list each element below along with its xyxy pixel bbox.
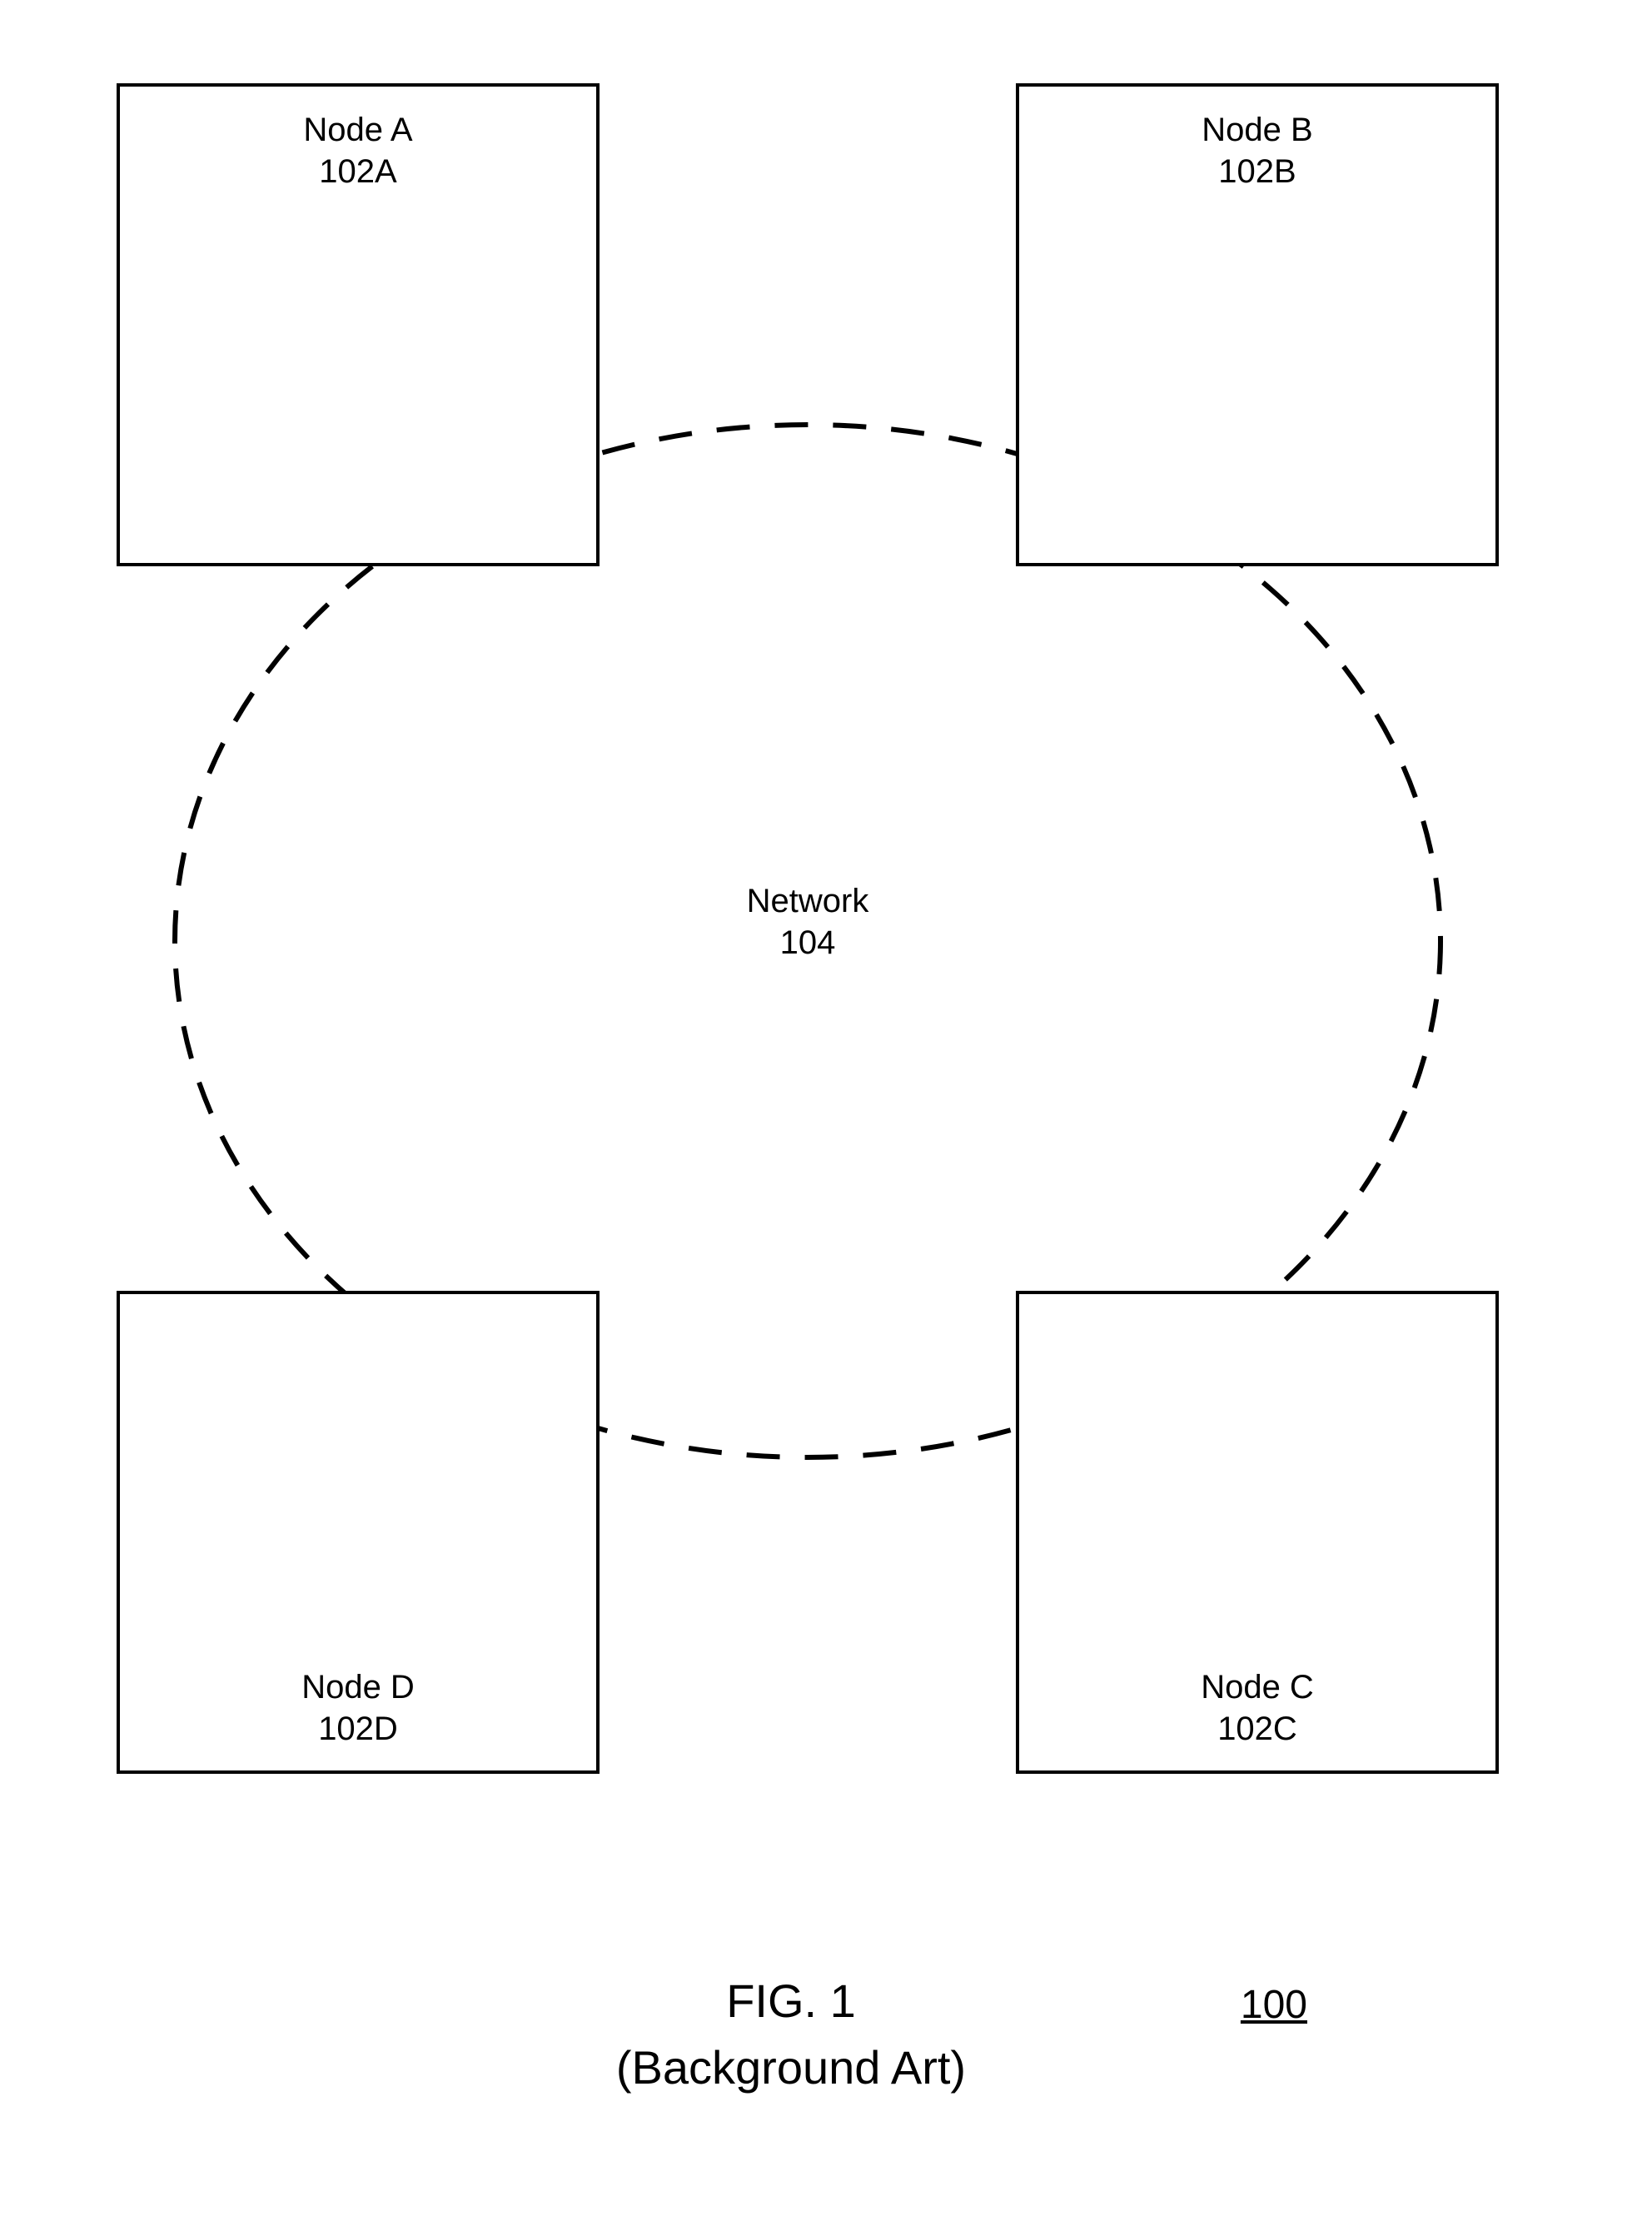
network-ref: 104 xyxy=(724,924,891,962)
node-a-title: Node A xyxy=(120,112,596,149)
network-title: Network xyxy=(724,883,891,920)
node-c: Node C 102C xyxy=(1016,1291,1499,1774)
node-b-title: Node B xyxy=(1019,112,1495,149)
node-c-title: Node C xyxy=(1019,1669,1495,1706)
node-a-ref: 102A xyxy=(120,153,596,191)
node-b: Node B 102B xyxy=(1016,83,1499,566)
node-b-ref: 102B xyxy=(1019,153,1495,191)
node-d-ref: 102D xyxy=(120,1711,596,1748)
node-d-title: Node D xyxy=(120,1669,596,1706)
node-c-ref: 102C xyxy=(1019,1711,1495,1748)
node-d: Node D 102D xyxy=(117,1291,600,1774)
figure-system-ref: 100 xyxy=(1182,1982,1307,2028)
figure-subtitle: (Background Art) xyxy=(500,2040,1082,2094)
diagram-stage: Node A 102A Node B 102B Node D 102D Node… xyxy=(0,0,1652,2231)
figure-title: FIG. 1 xyxy=(583,1974,999,2028)
node-a: Node A 102A xyxy=(117,83,600,566)
